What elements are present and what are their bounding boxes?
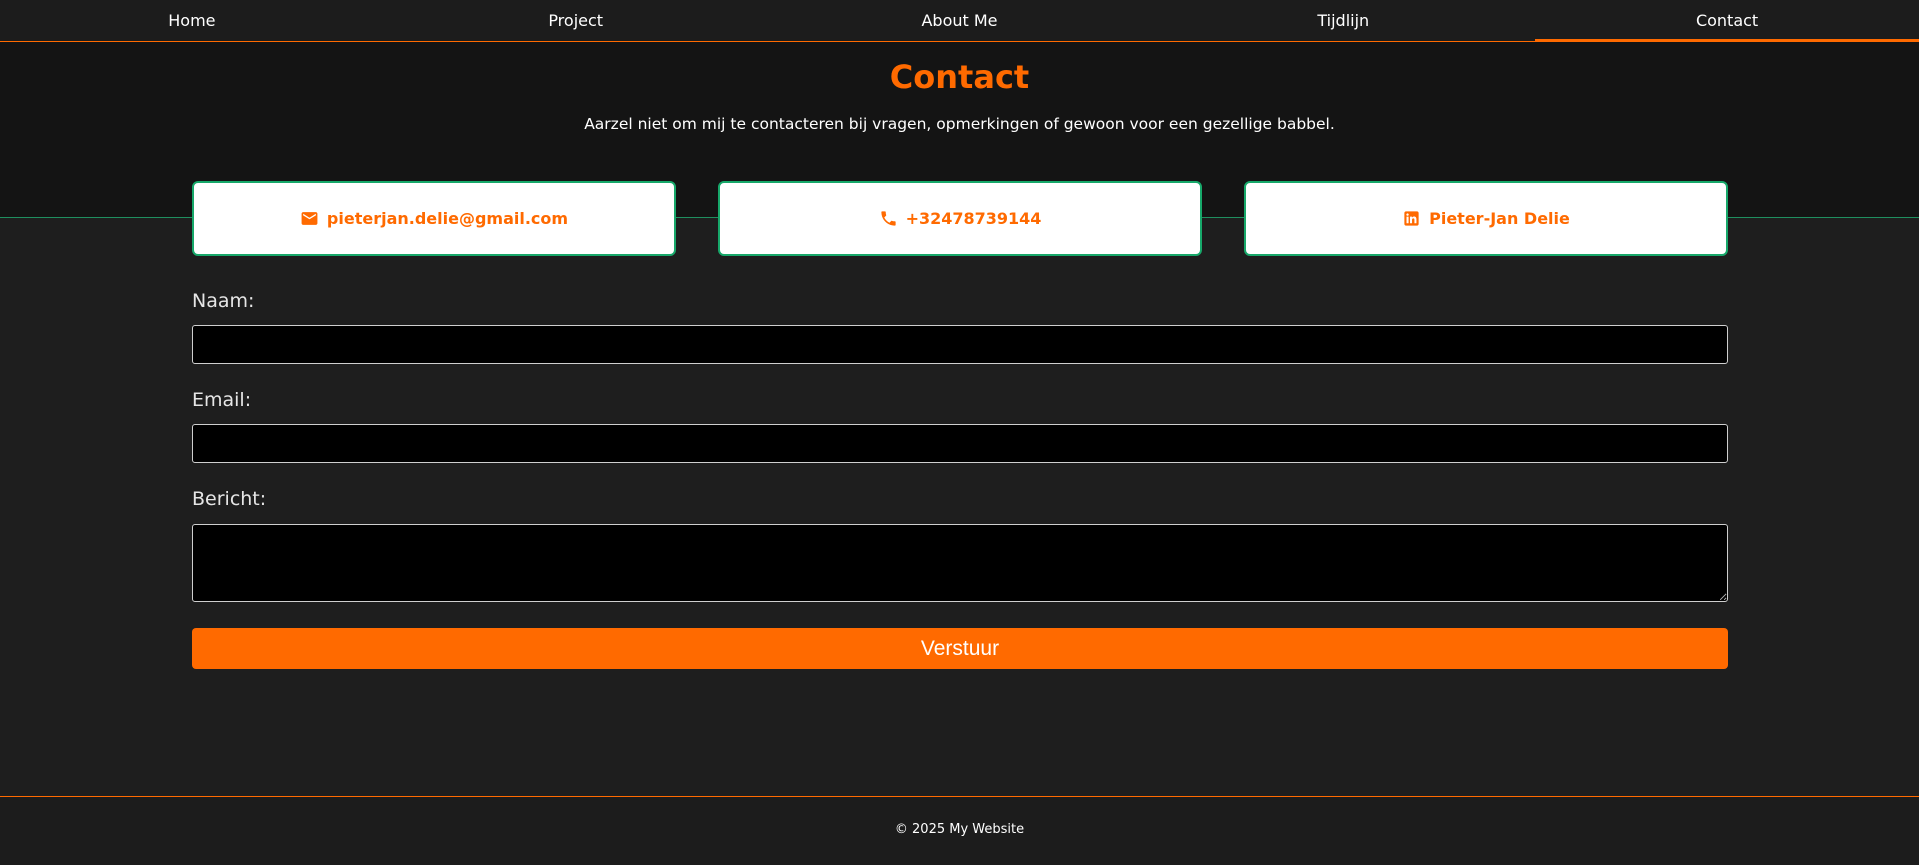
nav-item-project[interactable]: Project <box>384 0 768 41</box>
linkedin-card[interactable]: Pieter-Jan Delie <box>1244 181 1728 256</box>
nav-item-contact[interactable]: Contact <box>1535 0 1919 42</box>
name-input[interactable] <box>192 325 1728 364</box>
email-label: Email: <box>192 389 252 411</box>
linkedin-card-label: Pieter-Jan Delie <box>1429 209 1570 228</box>
message-textarea[interactable] <box>192 524 1728 602</box>
linkedin-icon <box>1402 209 1421 228</box>
email-card[interactable]: pieterjan.delie@gmail.com <box>192 181 676 256</box>
email-input[interactable] <box>192 424 1728 463</box>
message-label: Bericht: <box>192 488 267 510</box>
phone-card[interactable]: +32478739144 <box>718 181 1202 256</box>
nav-item-about-me[interactable]: About Me <box>768 0 1152 41</box>
page-title: Contact <box>889 58 1030 96</box>
submit-button[interactable]: Verstuur <box>192 628 1728 669</box>
mail-icon <box>300 209 319 228</box>
footer: © 2025 My Website <box>0 796 1919 865</box>
phone-card-label: +32478739144 <box>905 209 1042 228</box>
main-nav: Home Project About Me Tijdlijn Contact <box>0 0 1919 42</box>
email-card-label: pieterjan.delie@gmail.com <box>326 209 569 228</box>
footer-copyright: © 2025 My Website <box>894 822 1025 837</box>
phone-icon <box>879 209 898 228</box>
name-label: Naam: <box>192 290 255 312</box>
page-subtitle: Aarzel niet om mij te contacteren bij vr… <box>584 115 1335 133</box>
nav-item-tijdlijn[interactable]: Tijdlijn <box>1151 0 1535 41</box>
nav-item-home[interactable]: Home <box>0 0 384 41</box>
